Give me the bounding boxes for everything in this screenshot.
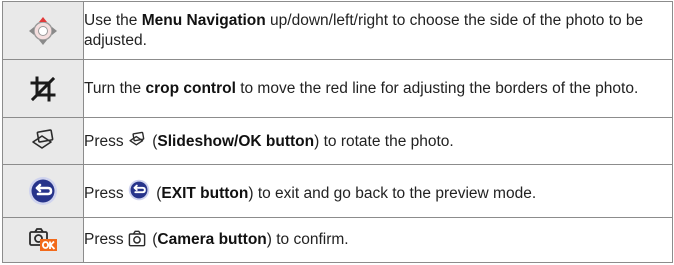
slideshow-ok-icon xyxy=(128,131,146,149)
dpad-navigation-icon xyxy=(28,16,58,46)
instruction-text: Press (EXIT button) to exit and go back … xyxy=(83,164,673,218)
icon-cell xyxy=(2,117,84,165)
instruction-text: Press (Camera button) to confirm. xyxy=(83,217,673,263)
slideshow-ok-icon xyxy=(30,128,56,154)
crop-icon xyxy=(30,76,56,102)
term-camera-button: Camera button xyxy=(157,231,267,248)
icon-cell xyxy=(2,59,84,118)
instruction-table: Use the Menu Navigation up/down/left/rig… xyxy=(2,1,673,263)
icon-cell xyxy=(2,164,84,218)
instruction-text: Turn the crop control to move the red li… xyxy=(83,59,673,118)
table-row: Press (Slideshow/OK button) to rotate th… xyxy=(2,117,673,165)
term-menu-navigation: Menu Navigation xyxy=(141,11,266,29)
term-crop-control: crop control xyxy=(145,79,236,97)
icon-cell xyxy=(2,217,84,263)
table-row: Use the Menu Navigation up/down/left/rig… xyxy=(2,1,673,60)
instruction-text: Press (Slideshow/OK button) to rotate th… xyxy=(83,117,673,165)
instruction-text: Use the Menu Navigation up/down/left/rig… xyxy=(83,1,673,60)
term-slideshow-ok-button: Slideshow/OK button xyxy=(157,132,315,150)
icon-cell xyxy=(2,1,84,60)
camera-ok-icon xyxy=(28,227,58,253)
table-row: Press (EXIT button) to exit and go back … xyxy=(2,164,673,218)
camera-icon xyxy=(128,230,146,247)
term-exit-button: EXIT button xyxy=(161,184,249,202)
exit-icon xyxy=(28,176,58,206)
exit-icon xyxy=(128,179,150,201)
table-row: Turn the crop control to move the red li… xyxy=(2,59,673,118)
table-row: Press (Camera button) to confirm. xyxy=(2,217,673,263)
